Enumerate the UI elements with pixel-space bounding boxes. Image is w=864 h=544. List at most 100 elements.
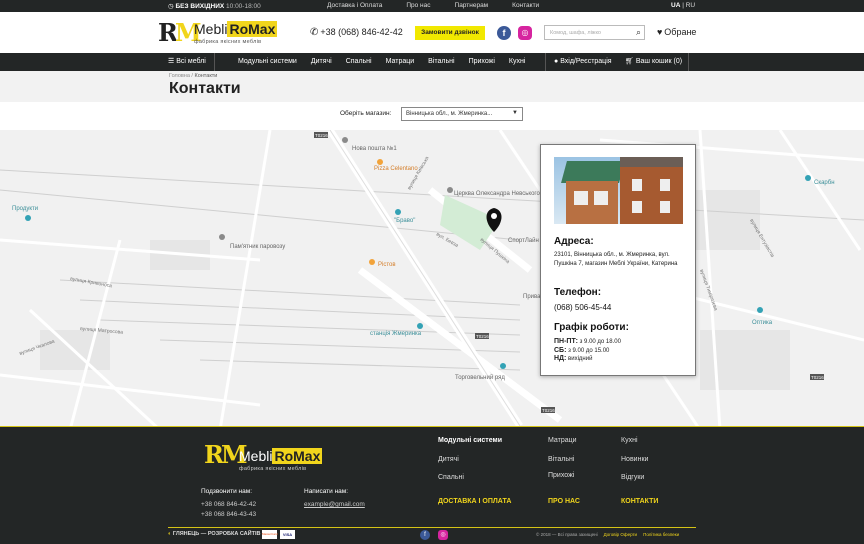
developer-credit[interactable]: ◐ ГЛЯНЕЦЬ — РОЗРОБКА САЙТІВ bbox=[168, 531, 260, 537]
poi-marker[interactable] bbox=[219, 234, 225, 240]
breadcrumb-home[interactable]: Головна bbox=[169, 73, 190, 79]
favorites-link[interactable]: ♥ Обране bbox=[657, 27, 696, 37]
footer-write-title: Написати нам: bbox=[304, 488, 349, 495]
map-label-skarb: Скарбн bbox=[814, 180, 835, 186]
footer-menu-new[interactable]: Новинки bbox=[621, 456, 648, 463]
footer-write: Написати нам: example@gmail.com bbox=[304, 487, 365, 510]
road-badge: T0216 bbox=[811, 375, 824, 380]
map-label-monument: Пам'ятник паровозу bbox=[230, 244, 285, 250]
copyright-text: © 2018 — Всі права захищені bbox=[536, 532, 598, 537]
footer-call: Подзвонити нам: +38 068 846-42-42 +38 06… bbox=[201, 487, 256, 520]
breadcrumb-current: Контакти bbox=[194, 73, 218, 79]
page-title: Контакти bbox=[169, 80, 241, 97]
lang-ru[interactable]: RU bbox=[686, 2, 695, 9]
instagram-icon[interactable]: ◎ bbox=[518, 26, 532, 40]
footer-menu-hallways[interactable]: Прихожі bbox=[548, 472, 574, 479]
poi-marker[interactable] bbox=[25, 215, 31, 221]
footer-link-delivery[interactable]: ДОСТАВКА І ОПЛАТА bbox=[438, 498, 511, 505]
footer: RM Mebli RoMax фабрика якісних меблів Под… bbox=[0, 426, 864, 544]
store-phone[interactable]: (068) 506-45-44 bbox=[554, 303, 611, 312]
top-nav-delivery[interactable]: Доставка і Оплата bbox=[327, 2, 382, 9]
map-label-pizza: Pizza Celentano bbox=[374, 166, 418, 172]
poi-marker[interactable] bbox=[395, 209, 401, 215]
menu-item-hallways[interactable]: Прихожі bbox=[469, 53, 495, 71]
store-map[interactable]: T0216 T0216 T0216 T0216 Нова пошта №1 Pi… bbox=[0, 130, 864, 426]
footer-instagram-icon[interactable]: ◎ bbox=[438, 530, 448, 540]
site-logo[interactable]: RM Mebli RoMax фабрика якісних меблів bbox=[158, 18, 286, 48]
developer-logo-icon: ◐ bbox=[168, 531, 172, 537]
all-furniture-button[interactable]: ☰ Всі меблі bbox=[168, 53, 215, 71]
search-placeholder: Комод, шафа, ліжко bbox=[550, 30, 601, 36]
visa-icon: VISA bbox=[280, 530, 295, 539]
top-nav-contacts[interactable]: Контакти bbox=[512, 2, 539, 9]
copyright: © 2018 — Всі права захищені Договір Оферт… bbox=[536, 532, 679, 537]
all-furniture-label: Всі меблі bbox=[176, 58, 206, 65]
footer-menu-mattresses[interactable]: Матраци bbox=[548, 437, 577, 444]
poi-marker[interactable] bbox=[417, 323, 423, 329]
map-label-market: Торговельний ряд bbox=[455, 374, 505, 381]
lang-ua[interactable]: UA bbox=[671, 2, 680, 9]
footer-divider bbox=[0, 426, 864, 427]
store-select[interactable]: Вінницька обл., м. Жмеринка... ▼ bbox=[401, 107, 523, 121]
header-phone[interactable]: ✆ +38 (068) 846-42-42 bbox=[310, 27, 403, 38]
menu-item-kitchens[interactable]: Кухні bbox=[509, 53, 526, 71]
map-label-products: Продукти bbox=[12, 206, 38, 212]
phone-icon: ✆ bbox=[310, 27, 319, 38]
poi-marker[interactable] bbox=[377, 159, 383, 165]
poi-marker[interactable] bbox=[500, 363, 506, 369]
menu-items: Модульні системи Дитячі Спальні Матраци … bbox=[238, 53, 539, 71]
cart-link[interactable]: 🛒︎ Ваш кошик (0) bbox=[625, 53, 690, 71]
search-icon[interactable]: ⌕ bbox=[636, 27, 641, 38]
login-register-label: Вхід/Реєстрація bbox=[560, 58, 612, 65]
footer-logo-tagline: фабрика якісних меблів bbox=[239, 466, 307, 472]
footer-facebook-icon[interactable]: f bbox=[420, 530, 430, 540]
menu-item-kids[interactable]: Дитячі bbox=[311, 53, 332, 71]
menu-item-bedrooms[interactable]: Спальні bbox=[346, 53, 372, 71]
map-label-optika: Оптика bbox=[752, 320, 773, 326]
map-label-station: станція Жмеринка bbox=[370, 331, 422, 337]
map-label-sportline: СпортЛайн bbox=[508, 237, 539, 244]
schedule-title: Графік роботи: bbox=[554, 322, 629, 333]
schedule-row: ПН-ПТ: з 9.00 до 18.00 bbox=[554, 338, 621, 345]
poi-marker[interactable] bbox=[757, 307, 763, 313]
callback-button[interactable]: Замовити дзвінок bbox=[415, 26, 485, 40]
cart-label: Ваш кошик (0) bbox=[635, 58, 683, 65]
menu-item-modular[interactable]: Модульні системи bbox=[238, 53, 297, 71]
offer-link[interactable]: Договір Оферти bbox=[604, 532, 637, 537]
facebook-icon[interactable]: f bbox=[497, 26, 511, 40]
poi-marker[interactable] bbox=[805, 175, 811, 181]
privacy-link[interactable]: Політика безпеки bbox=[643, 532, 679, 537]
top-nav-partners[interactable]: Партнерам bbox=[455, 2, 489, 9]
footer-phone-2[interactable]: +38 068 846-43-43 bbox=[201, 510, 256, 520]
footer-menu-kids[interactable]: Дитячі bbox=[438, 456, 459, 463]
footer-logo-wordmark: Mebli RoMax bbox=[239, 448, 323, 464]
footer-link-about[interactable]: ПРО НАС bbox=[548, 498, 580, 505]
footer-email[interactable]: example@gmail.com bbox=[304, 500, 365, 510]
map-canvas: T0216 T0216 T0216 T0216 Нова пошта №1 Pi… bbox=[0, 130, 864, 426]
poi-marker[interactable] bbox=[447, 187, 453, 193]
footer-menu-living-rooms[interactable]: Вітальні bbox=[548, 456, 574, 463]
menu-item-living-rooms[interactable]: Вітальні bbox=[428, 53, 454, 71]
footer-link-contacts[interactable]: КОНТАКТИ bbox=[621, 498, 658, 505]
header-phone-number: +38 (068) 846-42-42 bbox=[320, 27, 403, 37]
map-label-ristov: Рістов bbox=[378, 262, 396, 268]
road-badge: T0216 bbox=[315, 133, 328, 138]
footer-menu-bedrooms[interactable]: Спальні bbox=[438, 474, 464, 481]
footer-phone-1[interactable]: +38 068 846-42-42 bbox=[201, 500, 256, 510]
store-select-label: Оберіть магазин: bbox=[340, 110, 392, 117]
login-register-link[interactable]: ● Вхід/Реєстрація bbox=[545, 53, 612, 71]
menu-item-mattresses[interactable]: Матраци bbox=[386, 53, 415, 71]
cart-icon: 🛒︎ bbox=[625, 58, 634, 65]
map-label-church: Церква Олександра Невського bbox=[454, 191, 540, 197]
footer-menu-reviews[interactable]: Відгуки bbox=[621, 474, 644, 481]
footer-menu-modular[interactable]: Модульні системи bbox=[438, 437, 502, 444]
footer-logo[interactable]: RM Mebli RoMax фабрика якісних меблів bbox=[204, 440, 332, 474]
header: RM Mebli RoMax фабрика якісних меблів ✆ +3… bbox=[0, 12, 864, 53]
poi-marker[interactable] bbox=[342, 137, 348, 143]
search-input[interactable]: Комод, шафа, ліжко ⌕ bbox=[544, 25, 645, 40]
poi-marker[interactable] bbox=[369, 259, 375, 265]
map-label-bravo: "Браво" bbox=[394, 218, 415, 224]
footer-menu-kitchens[interactable]: Кухні bbox=[621, 437, 638, 444]
store-info-card: Адреса: 23101, Вінницька обл., м. Жмерин… bbox=[540, 144, 696, 376]
top-nav-about[interactable]: Про нас bbox=[406, 2, 430, 9]
